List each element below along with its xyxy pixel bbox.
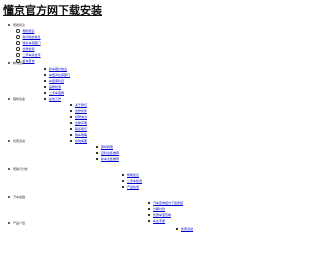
bullet-icon: [16, 41, 20, 45]
bullet-icon: [70, 140, 72, 142]
bullet-icon: [44, 86, 46, 88]
bullet-icon: [70, 122, 72, 124]
section-6-item: 汽车金融: [8, 194, 25, 200]
bullet-icon: [96, 146, 98, 148]
bullet-icon: [8, 140, 10, 142]
section-3-link-7[interactable]: 在线客服: [70, 138, 87, 144]
bullet-icon: [122, 180, 124, 182]
section-label: 产品介绍: [13, 221, 26, 225]
bullet-icon: [70, 104, 72, 106]
bullet-icon: [44, 68, 46, 70]
bullet-icon: [96, 158, 98, 160]
bullet-icon: [8, 24, 10, 26]
section-2-link-6[interactable]: 在线工作: [44, 96, 61, 102]
section-label: 理财资金: [13, 97, 26, 101]
bullet-icon: [176, 228, 178, 230]
bullet-icon: [70, 110, 72, 112]
section-label: 汽车金融: [13, 195, 26, 199]
bullet-icon: [44, 80, 46, 82]
section-label: 优惠活动: [13, 139, 26, 143]
section-label: 帮助与分析: [13, 167, 29, 171]
bullet-icon: [16, 29, 20, 33]
section-label: 帮助建议: [13, 23, 26, 27]
section-label: 精准选车: [13, 61, 26, 65]
section-7-link-1[interactable]: 优惠活动: [176, 226, 193, 232]
section-6-link-4[interactable]: 车主手册: [148, 218, 165, 224]
section-7-item: 产品介绍: [8, 220, 25, 226]
section-4-link-3[interactable]: 新车全集推荐: [96, 156, 119, 162]
section-5-link-3[interactable]: 产品检测: [122, 184, 139, 190]
bullet-icon: [70, 128, 72, 130]
bullet-icon: [16, 47, 20, 51]
bullet-icon: [70, 134, 72, 136]
bullet-icon: [16, 35, 20, 39]
bullet-icon: [16, 53, 20, 57]
bullet-icon: [70, 116, 72, 118]
bullet-icon: [8, 196, 10, 198]
bullet-icon: [8, 98, 10, 100]
bullet-icon: [122, 186, 124, 188]
bullet-icon: [148, 220, 150, 222]
bullet-icon: [44, 92, 46, 94]
site-navigation: 帮助建议 帮助建议 新闻动态信息 特价车源部门 优质检测 二手车综合评 检车查询…: [0, 0, 336, 280]
section-4-item: 优惠活动: [8, 138, 25, 144]
bullet-icon: [148, 202, 150, 204]
bullet-icon: [44, 98, 46, 100]
bullet-icon: [44, 74, 46, 76]
section-3-item: 理财资金: [8, 96, 25, 102]
section-5-item: 帮助与分析: [8, 166, 28, 172]
bullet-icon: [8, 222, 10, 224]
bullet-icon: [122, 174, 124, 176]
bullet-icon: [8, 168, 10, 170]
bullet-icon: [96, 152, 98, 154]
section-2-item: 精准选车: [8, 60, 25, 66]
bullet-icon: [148, 214, 150, 216]
bullet-icon: [8, 62, 10, 64]
bullet-icon: [148, 208, 150, 210]
